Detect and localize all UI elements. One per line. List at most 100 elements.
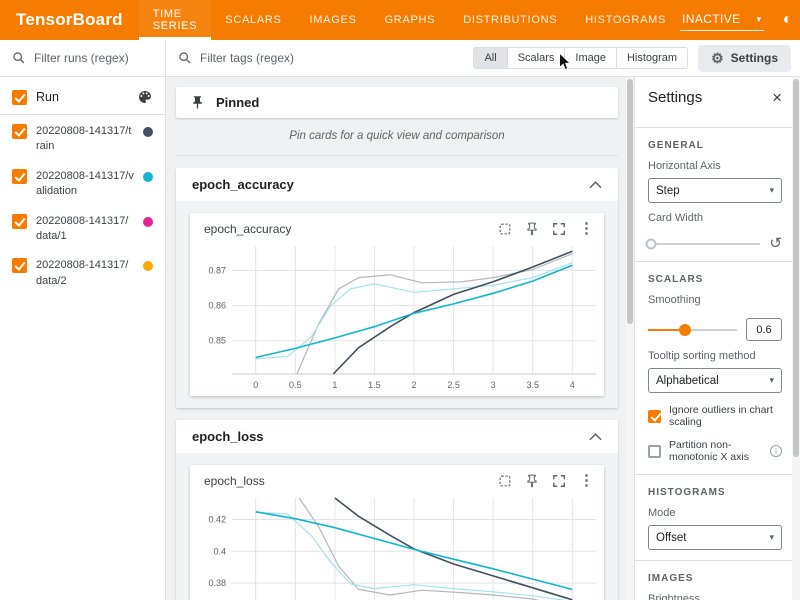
pin-icon[interactable] — [525, 474, 539, 488]
run-label: 20220808-141317/data/2 — [36, 258, 134, 289]
section-header[interactable]: epoch_accuracy — [176, 168, 618, 201]
tab-time-series[interactable]: TIME SERIES — [139, 0, 212, 40]
tab-graphs[interactable]: GRAPHS — [371, 0, 450, 40]
images-heading: IMAGES — [648, 573, 782, 584]
ignore-outliers-row[interactable]: Ignore outliers in chart scaling — [648, 404, 782, 428]
settings-button[interactable]: ⚙ Settings — [698, 45, 791, 72]
close-icon[interactable]: × — [772, 89, 782, 106]
chart-title: epoch_accuracy — [204, 222, 291, 236]
fullscreen-icon[interactable] — [552, 222, 566, 236]
divider — [0, 114, 165, 115]
palette-icon[interactable] — [137, 89, 153, 105]
chart-card-actions: ⋮ — [498, 221, 594, 236]
histogram-mode-select[interactable]: Offset ▾ — [648, 525, 782, 550]
full-size-icon[interactable] — [498, 222, 512, 236]
main-column: All Scalars Image Histogram ⚙ Settings P… — [166, 40, 800, 600]
run-checkbox[interactable] — [12, 214, 27, 229]
smoothing-label: Smoothing — [648, 294, 782, 306]
run-checkbox[interactable] — [12, 169, 27, 184]
search-icon — [12, 51, 26, 65]
full-size-icon[interactable] — [498, 474, 512, 488]
more-options-icon[interactable]: ⋮ — [579, 473, 594, 488]
section-epoch-accuracy: epoch_accuracy epoch_accuracy — [176, 168, 618, 408]
tab-images[interactable]: IMAGES — [296, 0, 371, 40]
collapse-icon[interactable] — [589, 181, 602, 189]
svg-text:3.5: 3.5 — [526, 380, 539, 390]
run-label: 20220808-141317/train — [36, 124, 134, 155]
lower-area: Pinned Pin cards for a quick view and co… — [166, 77, 800, 600]
ignore-outliers-checkbox[interactable] — [648, 410, 661, 423]
epoch-accuracy-chart[interactable]: 00.511.522.533.540.850.860.87 — [190, 240, 610, 392]
chip-scalars[interactable]: Scalars — [508, 47, 566, 69]
chip-all[interactable]: All — [473, 47, 507, 69]
section-epoch-loss: epoch_loss epoch_loss — [176, 420, 618, 600]
chevron-down-icon: ▾ — [757, 14, 762, 25]
collapse-icon[interactable] — [589, 433, 602, 441]
run-checkbox[interactable] — [12, 124, 27, 139]
run-row-train[interactable]: 20220808-141317/train — [0, 117, 165, 162]
tab-scalars[interactable]: SCALARS — [211, 0, 295, 40]
chart-title: epoch_loss — [204, 474, 265, 488]
pinned-empty-message: Pin cards for a quick view and compariso… — [176, 118, 618, 156]
settings-panel: Settings × GENERAL Horizontal Axis Step … — [634, 77, 800, 600]
select-all-runs-checkbox[interactable] — [12, 90, 27, 105]
contrast-toggle-icon[interactable]: ◐ — [779, 12, 797, 28]
info-icon[interactable]: i — [770, 445, 782, 457]
epoch-loss-chart[interactable]: 00.511.522.533.540.360.380.40.42 — [190, 492, 610, 600]
pin-icon[interactable] — [525, 222, 539, 236]
chip-image[interactable]: Image — [565, 47, 617, 69]
filter-runs-input[interactable] — [34, 51, 153, 65]
card-width-label: Card Width — [648, 212, 782, 224]
histogram-mode-label: Mode — [648, 507, 782, 519]
divider — [635, 261, 800, 262]
data-status-dropdown[interactable]: INACTIVE ▾ — [680, 9, 763, 31]
partition-x-checkbox[interactable] — [648, 445, 661, 458]
chevron-down-icon: ▾ — [769, 375, 774, 386]
runs-column-header: Run — [36, 90, 128, 104]
filter-tags-input[interactable] — [200, 51, 463, 65]
svg-text:4: 4 — [570, 380, 575, 390]
general-heading: GENERAL — [648, 140, 782, 151]
divider — [635, 560, 800, 561]
run-color-dot — [143, 172, 153, 182]
cards-area: Pinned Pin cards for a quick view and co… — [166, 77, 634, 600]
chart-card-epoch-loss: epoch_loss ⋮ 00.511.522.533.540.360.380.… — [190, 465, 604, 600]
partition-x-label: Partition non-monotonic X axis — [669, 439, 762, 463]
brightness-label: Brightness — [648, 593, 782, 600]
fullscreen-icon[interactable] — [552, 474, 566, 488]
select-value: Alphabetical — [656, 375, 719, 387]
card-width-slider[interactable] — [648, 243, 760, 245]
tensorboard-app: TensorBoard TIME SERIES SCALARS IMAGES G… — [0, 0, 800, 600]
main-nav: TIME SERIES SCALARS IMAGES GRAPHS DISTRI… — [139, 0, 680, 40]
divider — [635, 474, 800, 475]
main-scrollbar[interactable] — [626, 77, 634, 600]
tag-toolbar: All Scalars Image Histogram ⚙ Settings — [166, 40, 800, 77]
svg-text:0.42: 0.42 — [208, 515, 226, 525]
section-header[interactable]: epoch_loss — [176, 420, 618, 453]
more-options-icon[interactable]: ⋮ — [579, 221, 594, 236]
reset-icon[interactable]: ↺ — [769, 236, 782, 251]
svg-text:2.5: 2.5 — [447, 380, 460, 390]
section-title: epoch_loss — [192, 429, 264, 444]
horizontal-axis-select[interactable]: Step ▾ — [648, 178, 782, 203]
settings-panel-header: Settings × — [648, 89, 782, 117]
scrollbar-thumb[interactable] — [793, 79, 799, 457]
run-row-validation[interactable]: 20220808-141317/validation — [0, 162, 165, 207]
settings-scrollbar[interactable] — [792, 77, 800, 600]
svg-text:0.86: 0.86 — [208, 301, 226, 311]
svg-text:1: 1 — [332, 380, 337, 390]
run-checkbox[interactable] — [12, 258, 27, 273]
run-row-data-2[interactable]: 20220808-141317/data/2 — [0, 251, 165, 296]
smoothing-value-input[interactable]: 0.6 — [746, 318, 782, 341]
run-row-data-1[interactable]: 20220808-141317/data/1 — [0, 207, 165, 252]
chart-card-actions: ⋮ — [498, 473, 594, 488]
tab-histograms[interactable]: HISTOGRAMS — [571, 0, 680, 40]
tooltip-sorting-select[interactable]: Alphabetical ▾ — [648, 368, 782, 393]
smoothing-slider[interactable] — [648, 329, 737, 331]
scrollbar-thumb[interactable] — [627, 79, 633, 324]
ignore-outliers-label: Ignore outliers in chart scaling — [669, 404, 782, 428]
chip-histogram[interactable]: Histogram — [617, 47, 688, 69]
tab-distributions[interactable]: DISTRIBUTIONS — [449, 0, 571, 40]
partition-x-row[interactable]: Partition non-monotonic X axis i — [648, 439, 782, 463]
run-label: 20220808-141317/validation — [36, 169, 134, 200]
